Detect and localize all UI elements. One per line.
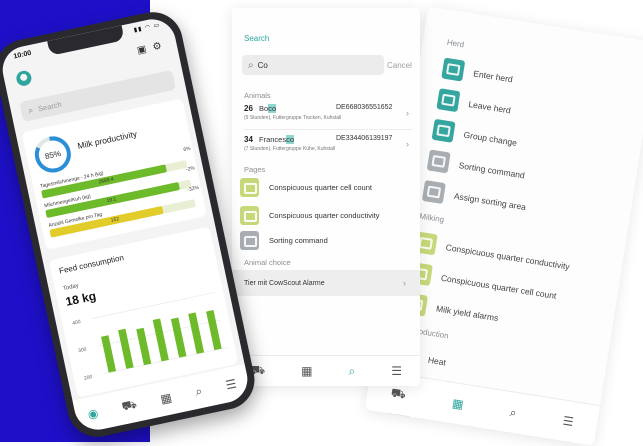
transport-nav-icon[interactable]: ⛟ — [120, 397, 138, 416]
search-icon: ⌕ — [248, 59, 254, 71]
chevron-right-icon: › — [406, 108, 409, 118]
app-logo — [15, 69, 33, 88]
animal-details: (9 Stunden), Futtergruppe Trocken, Kuhst… — [244, 115, 342, 121]
animal-id: DE668036551652 — [336, 104, 393, 111]
transport-nav-icon[interactable]: ⛟ — [390, 385, 407, 403]
menu-item-label: Enter herd — [472, 67, 514, 84]
page-label: Sorting command — [269, 236, 328, 245]
animal-id: DE334406139197 — [336, 135, 393, 142]
menu-item-label: Sorting command — [458, 159, 526, 180]
home-nav-icon[interactable]: ◉ — [86, 406, 99, 422]
page-label: Conspicuous quarter conductivity — [269, 211, 380, 220]
animals-header: Animals — [244, 91, 271, 100]
chart-bar — [101, 335, 117, 373]
sorting-area-icon — [421, 180, 446, 205]
page-result-sorting[interactable]: Sorting command — [240, 231, 328, 250]
menu-item-label: Milk yield alarms — [435, 302, 500, 323]
milk-productivity-card[interactable]: 85% Milk productivity Tagesmilchmenge - … — [21, 98, 207, 250]
leave-herd-icon — [436, 88, 461, 113]
page-label: Conspicuous quarter cell count — [269, 183, 372, 192]
sorting-icon — [426, 149, 451, 174]
search-panel: Search ⌕ Co Cancel Animals 26 Boco DE668… — [232, 8, 420, 386]
chevron-right-icon: › — [406, 139, 409, 149]
animal-result-row[interactable]: 34 Francesco DE334406139197 (7 Stunden),… — [244, 135, 412, 165]
chart-bar — [136, 327, 152, 366]
chart-bar — [170, 317, 187, 358]
menu-item-label: Heat — [427, 354, 447, 367]
chevron-right-icon: › — [403, 278, 406, 288]
chart-tick-label: 400 — [72, 319, 82, 327]
chart-tick-label: 300 — [78, 347, 88, 355]
feed-title: Feed consumption — [58, 253, 125, 276]
menu-nav-icon[interactable]: ☰ — [224, 376, 237, 392]
feed-today-label: Today — [62, 283, 80, 293]
conductivity-icon — [240, 206, 259, 225]
group-change-icon — [431, 118, 456, 143]
animal-choice-item[interactable]: Tier mit CowScout Alarme › — [232, 270, 420, 296]
cell-count-icon — [240, 178, 259, 197]
search-query: Co — [257, 60, 268, 70]
pages-header: Pages — [244, 165, 266, 174]
search-icon: ⌕ — [27, 104, 35, 116]
productivity-gauge: 85% — [34, 136, 71, 173]
menu-item-label: Assign sorting area — [453, 190, 527, 212]
chart-bar — [118, 328, 134, 369]
menu-item-label: Group change — [463, 129, 518, 148]
menu-nav-icon[interactable]: ☰ — [562, 414, 575, 430]
calendar-icon[interactable]: ▣ — [136, 44, 148, 57]
animal-number: 26 — [244, 104, 253, 113]
bar-delta: -2% — [185, 165, 196, 174]
bar-delta: -32% — [186, 184, 200, 194]
sorting-icon — [240, 231, 259, 250]
search-nav-icon[interactable]: ⌕ — [509, 405, 518, 421]
grid-nav-icon[interactable]: ▦ — [159, 390, 173, 406]
search-nav-icon[interactable]: ⌕ — [348, 364, 355, 379]
chart-bar — [188, 312, 205, 354]
search-title: Search — [244, 34, 270, 43]
search-placeholder: Search — [37, 99, 63, 113]
chart-bar — [152, 318, 169, 362]
status-icons: ▮▮ ◠ ▭ — [133, 22, 161, 34]
enter-herd-icon — [441, 57, 466, 82]
choice-label: Tier mit CowScout Alarme — [244, 279, 325, 287]
chart-bar — [206, 310, 222, 351]
feed-value: 18 kg — [64, 288, 98, 309]
menu-nav-icon[interactable]: ☰ — [391, 364, 402, 378]
chart-gridline — [91, 292, 216, 319]
animal-choice-header: Animal choice — [244, 258, 291, 267]
animal-number: 34 — [244, 135, 253, 144]
gear-icon[interactable]: ⚙ — [152, 41, 163, 54]
chart-tick-label: 200 — [84, 374, 94, 382]
page-result-conductivity[interactable]: Conspicuous quarter conductivity — [240, 206, 379, 225]
search-nav-icon[interactable]: ⌕ — [194, 383, 204, 399]
kpi-title: Milk productivity — [76, 128, 138, 152]
search-bottom-nav: ⛟ ▦ ⌕ ☰ — [232, 355, 420, 386]
page-result-cell-count[interactable]: Conspicuous quarter cell count — [240, 178, 372, 197]
gauge-percent: 85% — [44, 149, 62, 161]
divider — [244, 129, 412, 130]
status-time: 10:00 — [13, 49, 32, 61]
animal-name: Francesco — [259, 135, 295, 144]
cancel-button[interactable]: Cancel — [387, 61, 412, 70]
menu-item-label: Leave herd — [467, 98, 512, 115]
search-input[interactable]: ⌕ Co — [242, 55, 384, 75]
bar-delta: 6% — [182, 145, 192, 154]
animal-details: (7 Stunden), Futtergruppe Kühe, Kuhstall — [244, 146, 336, 152]
grid-nav-icon[interactable]: ▦ — [301, 364, 312, 378]
grid-nav-icon[interactable]: ▦ — [451, 396, 464, 412]
animal-name: Boco — [259, 104, 277, 113]
